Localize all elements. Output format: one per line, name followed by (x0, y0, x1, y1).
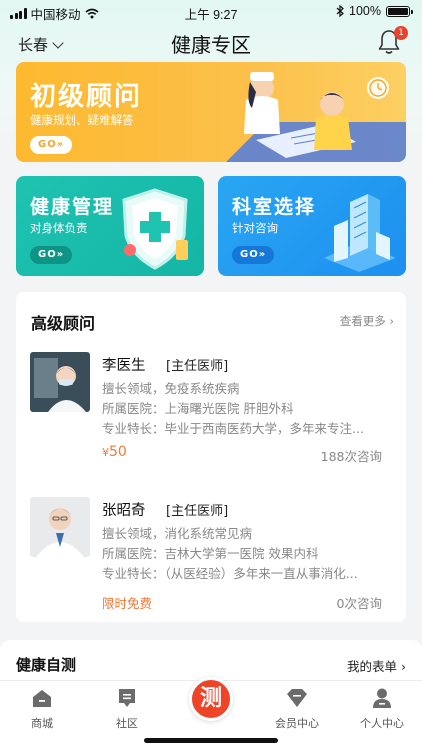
banner-main-title: 初级顾问 (30, 82, 143, 112)
doctor-name: 张昭奇 (102, 503, 146, 519)
profile-icon (373, 688, 391, 708)
banner-right-title: 科室选择 (232, 196, 317, 218)
member-icon (287, 689, 307, 707)
banner-main-go-button[interactable]: GO» (30, 136, 73, 154)
battery-icon (386, 5, 413, 17)
price-value: 50 (109, 444, 127, 460)
home-icon (33, 690, 51, 707)
self-test-section: 健康自测 我的表单 › (0, 640, 422, 680)
banner-left-title: 健康管理 (30, 196, 115, 218)
banner-main-subtitle: 健康规划、疑难解答 (30, 113, 134, 127)
doctor-hospital: 所属医院：吉林大学第一医院 效果内科 (102, 546, 319, 561)
consult-count: 188次咨询 (320, 449, 382, 464)
tab-community[interactable]: 社区 (92, 687, 162, 731)
test-icon: 测 (199, 686, 222, 711)
doctor-name: 李医生 (102, 358, 146, 374)
doctor-list-item[interactable]: 李医生 [主任医师] 擅长领域，免疫系统疾病 所属医院：上海曙光医院 肝胆外科 … (16, 352, 406, 472)
tab-label: 个人中心 (360, 717, 404, 730)
community-icon (119, 689, 135, 707)
view-more-link[interactable]: 查看更多 › (340, 313, 394, 329)
section-title: 高级顾问 (31, 314, 96, 333)
tab-member-center[interactable]: 会员中心 (262, 687, 332, 731)
shield-illustration (122, 188, 188, 270)
limited-free-label: 限时免费 (102, 596, 153, 611)
hospital-building-illustration (324, 194, 396, 272)
status-right: 100% (336, 4, 413, 18)
doctor-field: 擅长领域，消化系统常见病 (102, 526, 253, 541)
doctor-specialty: 专业特长：（从医经验）多年来一直从事消化... (102, 566, 358, 581)
banner-left-go-button[interactable]: GO» (30, 246, 73, 264)
status-bar: 中国移动 上午 9:27 100% (0, 0, 422, 24)
senior-advisors-card: 高级顾问 查看更多 › 李医生 [主任医师] 擅长领域，免疫系统疾病 所属医院：… (16, 292, 406, 622)
banner-junior-advisor[interactable]: 初级顾问 健康规划、疑难解答 GO» (16, 62, 406, 162)
doctor-field: 擅长领域，免疫系统疾病 (102, 381, 240, 396)
tab-profile[interactable]: 个人中心 (347, 687, 417, 731)
doctor-list-item[interactable]: 张昭奇 [主任医师] 擅长领域，消化系统常见病 所属医院：吉林大学第一医院 效果… (16, 497, 406, 617)
consult-count: 0次咨询 (336, 596, 382, 611)
tab-label: 会员中心 (275, 717, 319, 730)
doctor-price: ¥50 (102, 444, 127, 460)
tab-label: 商城 (31, 717, 53, 730)
battery-percent: 100% (349, 4, 381, 18)
banner-department-select[interactable]: 科室选择 针对咨询 GO» (218, 176, 406, 276)
doctor-hospital: 所属医院：上海曙光医院 肝胆外科 (102, 401, 294, 416)
notification-button[interactable]: 1 (376, 26, 408, 56)
home-indicator (144, 738, 278, 743)
doctor-consultation-illustration (226, 72, 406, 162)
page-title: 健康专区 (171, 33, 251, 57)
banner-left-subtitle: 对身体负责 (30, 221, 88, 235)
my-forms-link[interactable]: 我的表单 › (347, 656, 406, 675)
doctor-rank: [主任医师] (166, 504, 229, 519)
currency-symbol: ¥ (102, 446, 109, 459)
doctor-specialty: 专业特长：毕业于西南医药大学，多年来专注... (102, 421, 364, 436)
self-test-title: 健康自测 (16, 656, 77, 674)
notification-badge: 1 (394, 26, 408, 40)
doctor-rank: [主任医师] (166, 359, 229, 374)
doctor-avatar (30, 497, 90, 557)
banner-right-go-button[interactable]: GO» (232, 246, 275, 264)
tab-label: 社区 (116, 717, 138, 730)
tab-mall[interactable]: 商城 (7, 687, 77, 731)
banner-health-management[interactable]: 健康管理 对身体负责 GO» (16, 176, 204, 276)
bluetooth-icon (336, 5, 344, 17)
doctor-avatar (30, 352, 90, 412)
app-header: 长春 健康专区 1 (0, 24, 422, 62)
tab-test-button[interactable]: 测 (189, 677, 233, 721)
banner-right-subtitle: 针对咨询 (232, 221, 278, 235)
